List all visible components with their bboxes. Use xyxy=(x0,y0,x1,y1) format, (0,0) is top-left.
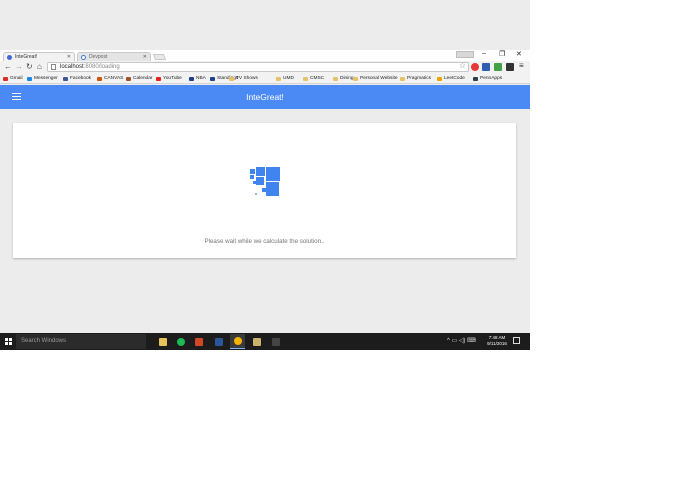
url-path: :8080/loading xyxy=(83,64,120,70)
bookmark-label: CMSC xyxy=(310,76,325,81)
clock-date: 9/11/2016 xyxy=(487,341,507,346)
reload-icon[interactable]: ↻ xyxy=(26,62,33,72)
app-toolbar: InteGreat! xyxy=(0,85,530,109)
window-close-icon[interactable]: ✕ xyxy=(516,50,522,58)
bookmark-youtube[interactable]: YouTube xyxy=(156,75,182,82)
page-icon xyxy=(51,64,56,70)
bookmark-label: Dining xyxy=(340,76,354,81)
bookmark-pragmatics[interactable]: Pragmatics xyxy=(400,75,431,82)
bookmark-leetcode[interactable]: LeetCode xyxy=(437,75,465,82)
folder-icon xyxy=(333,76,338,81)
taskbar-search-input[interactable]: Search Windows xyxy=(16,334,146,349)
integreat-favicon-icon xyxy=(7,54,12,60)
loading-spinner-icon xyxy=(250,167,282,199)
tab-integreat[interactable]: InteGreat! ✕ xyxy=(3,52,75,61)
bookmark-label: Personal Website xyxy=(360,76,398,81)
bookmark-umd[interactable]: UMD xyxy=(276,75,294,82)
address-bar[interactable]: localhost:8080/loading ☆ xyxy=(47,62,469,72)
folder-icon xyxy=(353,76,358,81)
bookmark-facebook[interactable]: Facebook xyxy=(63,75,91,82)
bookmark-label: Facebook xyxy=(70,76,92,81)
favicon-icon xyxy=(156,76,161,81)
favicon-icon xyxy=(3,76,8,81)
bookmark-label: CANVAS xyxy=(104,76,124,81)
bookmark-calendar[interactable]: Calendar xyxy=(126,75,152,82)
bookmark-label: Gmail xyxy=(10,76,23,81)
address-row: ← → ↻ ⌂ localhost:8080/loading ☆ ≡ xyxy=(0,61,530,74)
taskbar-notes-icon[interactable] xyxy=(249,334,264,349)
tab-label: Devpost xyxy=(89,54,108,60)
new-tab-button[interactable] xyxy=(152,54,167,60)
favicon-icon xyxy=(126,76,131,81)
taskbar-clock[interactable]: 7:48 AM 9/11/2016 xyxy=(484,335,510,347)
bookmark-canvas[interactable]: CANVAS xyxy=(97,75,123,82)
taskbar-powerpoint-icon[interactable] xyxy=(191,334,206,349)
folder-icon xyxy=(400,76,405,81)
bookmark-label: TV Shows xyxy=(236,76,258,81)
bookmark-nba[interactable]: NBA xyxy=(189,75,206,82)
tab-strip: InteGreat! ✕ Devpost ✕ – ❐ ✕ xyxy=(0,50,530,61)
notifications-icon[interactable] xyxy=(513,337,520,344)
favicon-icon xyxy=(63,76,68,81)
extension-icon[interactable] xyxy=(482,63,490,71)
extension-icon[interactable] xyxy=(494,63,502,71)
close-icon[interactable]: ✕ xyxy=(67,54,71,60)
taskbar-terminal-icon[interactable] xyxy=(268,334,283,349)
favicon-icon xyxy=(27,76,32,81)
favicon-icon xyxy=(210,76,215,81)
bookmark-pennapps[interactable]: PennApps xyxy=(473,75,502,82)
windows-start-icon[interactable] xyxy=(5,338,12,345)
bookmark-star-icon[interactable]: ☆ xyxy=(459,62,466,70)
bookmark-dining[interactable]: Dining xyxy=(333,75,354,82)
folder-icon xyxy=(276,76,281,81)
close-icon[interactable]: ✕ xyxy=(143,54,147,60)
devpost-favicon-icon xyxy=(81,54,86,60)
bookmark-label: NBA xyxy=(196,76,206,81)
bookmark-label: Calendar xyxy=(133,76,153,81)
folder-icon xyxy=(229,76,234,81)
forward-icon[interactable]: → xyxy=(15,62,23,72)
bookmark-label: PennApps xyxy=(480,76,503,81)
bookmark-label: Pragmatics xyxy=(407,76,431,81)
taskbar-file-explorer-icon[interactable] xyxy=(155,334,170,349)
favicon-icon xyxy=(189,76,194,81)
bookmark-personal-website[interactable]: Personal Website xyxy=(353,75,398,82)
bookmarks-bar: Gmail Messenger Facebook CANVAS Calendar YouT… xyxy=(0,74,530,84)
minimize-icon[interactable]: – xyxy=(482,50,486,57)
url-host: localhost xyxy=(60,64,84,70)
favicon-icon xyxy=(437,76,442,81)
bookmark-label: Messenger xyxy=(34,76,58,81)
window-user-label xyxy=(456,51,474,58)
extension-icon[interactable] xyxy=(506,63,514,71)
bookmark-label: LeetCode xyxy=(444,76,465,81)
bookmark-label: UMD xyxy=(283,76,294,81)
loading-message: Please wait while we calculate the solut… xyxy=(204,238,325,245)
taskbar-chrome-icon[interactable] xyxy=(230,334,245,349)
bookmark-gmail[interactable]: Gmail xyxy=(3,75,23,82)
favicon-icon xyxy=(473,76,478,81)
extension-icon[interactable] xyxy=(471,63,479,71)
home-icon[interactable]: ⌂ xyxy=(37,62,42,72)
browser-menu-icon[interactable]: ≡ xyxy=(519,61,524,70)
screen: InteGreat! ✕ Devpost ✕ – ❐ ✕ ← → ↻ ⌂ loc… xyxy=(0,0,530,350)
tab-devpost[interactable]: Devpost ✕ xyxy=(77,52,151,61)
bookmark-messenger[interactable]: Messenger xyxy=(27,75,58,82)
maximize-icon[interactable]: ❐ xyxy=(499,50,505,58)
favicon-icon xyxy=(97,76,102,81)
folder-icon xyxy=(303,76,308,81)
back-icon[interactable]: ← xyxy=(4,62,12,72)
windows-taskbar: Search Windows ^ ▭ ◁) ⌨ 7:48 AM 9/11/201… xyxy=(0,333,530,350)
tab-label: InteGreat! xyxy=(15,54,38,60)
app-title: InteGreat! xyxy=(246,92,284,102)
bookmark-label: YouTube xyxy=(163,76,182,81)
taskbar-word-icon[interactable] xyxy=(211,334,226,349)
loading-card: Please wait while we calculate the solut… xyxy=(13,123,516,258)
bookmark-tv-shows[interactable]: TV Shows xyxy=(229,75,258,82)
system-tray[interactable]: ^ ▭ ◁) ⌨ xyxy=(447,337,476,344)
taskbar-spotify-icon[interactable] xyxy=(173,334,188,349)
bookmark-cmsc[interactable]: CMSC xyxy=(303,75,324,82)
